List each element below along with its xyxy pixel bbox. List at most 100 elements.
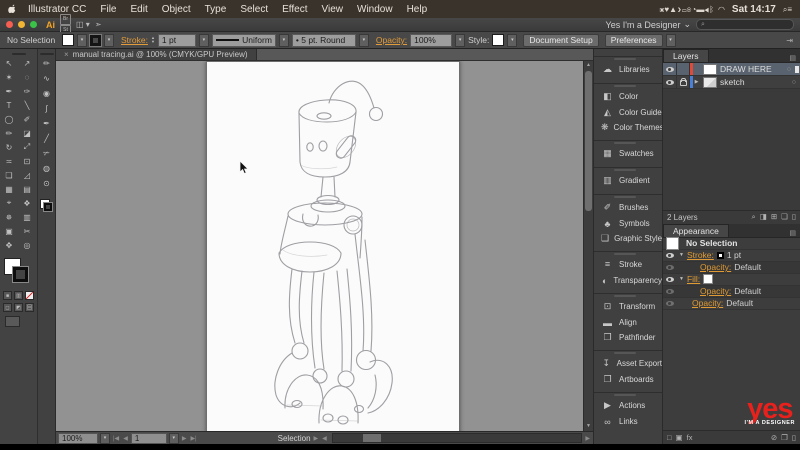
- layers-panel-menu-icon[interactable]: ▤: [785, 54, 800, 62]
- shape-tool[interactable]: ◯: [0, 112, 18, 126]
- panel-pathfinder[interactable]: ❒ Pathfinder: [594, 330, 662, 345]
- sec-target-tool[interactable]: ⊙: [38, 176, 55, 191]
- clear-appearance-icon[interactable]: ⊘: [771, 433, 777, 442]
- eye-icon[interactable]: [665, 264, 674, 270]
- pencil-tool[interactable]: ✏: [0, 126, 18, 140]
- app-search-input[interactable]: ⌕: [696, 19, 794, 30]
- menu-file[interactable]: File: [93, 4, 123, 15]
- stroke-weight-dropdown[interactable]: ▾: [198, 33, 209, 47]
- brush-definition-dropdown[interactable]: ▾: [358, 33, 369, 47]
- artboard-number-field[interactable]: 1: [130, 432, 167, 444]
- menu-view[interactable]: View: [315, 4, 351, 15]
- sec-knife-tool[interactable]: ╱: [38, 131, 55, 146]
- menu-select[interactable]: Select: [233, 4, 275, 15]
- sec-scissors-tool[interactable]: ✃: [38, 146, 55, 161]
- panel-gradient[interactable]: ▥ Gradient: [594, 167, 662, 189]
- clipping-mask-icon[interactable]: ◨: [760, 212, 767, 222]
- opacity-link[interactable]: Opacity:: [700, 286, 731, 296]
- new-layer-icon[interactable]: ❏: [781, 212, 788, 222]
- line-segment-tool[interactable]: ╲: [18, 98, 36, 112]
- align-pixel-grid-dropdown[interactable]: ▾: [665, 33, 676, 47]
- scroll-up-arrow[interactable]: ▲: [584, 61, 593, 70]
- style-dropdown[interactable]: ▾: [507, 33, 518, 47]
- menu-window[interactable]: Window: [350, 4, 400, 15]
- opacity-link[interactable]: Opacity:: [700, 262, 731, 272]
- artboard[interactable]: [206, 61, 460, 431]
- layer-row-sketch[interactable]: ▶ sketch ○: [663, 76, 800, 89]
- eye-icon[interactable]: [665, 252, 674, 258]
- horizontal-scrollbar[interactable]: [331, 433, 583, 443]
- sec-join-tool[interactable]: ∫: [38, 101, 55, 116]
- perspective-grid-tool[interactable]: ◿: [18, 168, 36, 182]
- panel-align[interactable]: ▬ Align: [594, 315, 662, 330]
- fill-link[interactable]: Fill:: [687, 274, 700, 284]
- sec-pen-tool[interactable]: ✒: [38, 116, 55, 131]
- delete-item-icon[interactable]: ▯: [792, 433, 796, 442]
- layer-name[interactable]: DRAW HERE: [720, 64, 772, 74]
- notification-center-icon[interactable]: ≡: [787, 5, 792, 14]
- draw-behind-button[interactable]: ◩: [14, 303, 23, 312]
- opacity-field[interactable]: 100%: [410, 33, 453, 47]
- eye-icon[interactable]: [665, 300, 674, 306]
- hand-tool[interactable]: ✥: [0, 238, 18, 252]
- panel-color[interactable]: ◧ Color: [594, 83, 662, 105]
- screen-mode-button[interactable]: [5, 316, 20, 327]
- stroke-color-dropdown[interactable]: ▾: [104, 33, 114, 47]
- share-icon[interactable]: ➣: [95, 20, 102, 29]
- appearance-row-stroke-opacity[interactable]: Opacity: Default: [663, 261, 800, 274]
- workspace-switcher[interactable]: Yes I'm a Designer: [606, 20, 681, 30]
- artboard-dropdown[interactable]: ▾: [168, 432, 179, 444]
- menu-type[interactable]: Type: [198, 4, 234, 15]
- direct-selection-tool[interactable]: ↗: [18, 56, 36, 70]
- collapse-controlbar-icon[interactable]: ⇥: [786, 36, 793, 45]
- panel-transform[interactable]: ⊡ Transform: [594, 293, 662, 315]
- slice-tool[interactable]: ✂: [18, 224, 36, 238]
- stroke-link[interactable]: Stroke:: [687, 250, 714, 260]
- wifi-icon[interactable]: ◠: [718, 5, 725, 14]
- color-button[interactable]: ■: [3, 291, 12, 300]
- brush-definition-field[interactable]: • 5 pt. Round: [291, 33, 356, 47]
- layer-row-draw-here[interactable]: DRAW HERE ○: [663, 63, 800, 76]
- zoom-tool[interactable]: ◎: [18, 238, 36, 252]
- symbol-sprayer-tool[interactable]: ✵: [0, 210, 18, 224]
- layer-name[interactable]: sketch: [720, 77, 745, 87]
- sec-measure-tool[interactable]: ◍: [38, 161, 55, 176]
- document-setup-button[interactable]: Document Setup: [523, 33, 599, 47]
- bluetooth-icon[interactable]: ᛒ: [709, 5, 714, 14]
- menu-edit[interactable]: Edit: [123, 4, 154, 15]
- close-window-button[interactable]: [6, 21, 13, 28]
- expand-layer-icon[interactable]: ▶: [693, 79, 700, 85]
- free-transform-tool[interactable]: ⊡: [18, 154, 36, 168]
- hscroll-right-arrow[interactable]: ▶: [584, 435, 591, 442]
- prev-artboard-arrow[interactable]: ◀: [122, 435, 129, 442]
- hscroll-left-arrow[interactable]: ◀: [321, 435, 328, 442]
- lock-toggle[interactable]: [677, 76, 690, 88]
- status-alert-icon[interactable]: ▲: [669, 5, 677, 14]
- panel-links[interactable]: ∞ Links: [594, 414, 662, 429]
- visibility-toggle[interactable]: [663, 76, 677, 88]
- add-effect-icon[interactable]: fx: [687, 433, 693, 442]
- secondary-fill-stroke[interactable]: [40, 199, 53, 212]
- sec-pencil-tool[interactable]: ✏: [38, 56, 55, 71]
- visibility-toggle[interactable]: [663, 63, 677, 75]
- appearance-row-fill[interactable]: ▼ Fill:: [663, 273, 800, 286]
- panel-asset-export[interactable]: ↧ Asset Export: [594, 350, 662, 372]
- appearance-panel-menu-icon[interactable]: ▤: [785, 229, 800, 237]
- selection-tool[interactable]: ↖: [0, 56, 18, 70]
- zoom-dropdown[interactable]: ▾: [100, 432, 110, 444]
- sec-blob-brush-tool[interactable]: ◉: [38, 86, 55, 101]
- width-profile-field[interactable]: Uniform: [211, 33, 276, 47]
- panel-stroke[interactable]: ≡ Stroke: [594, 251, 662, 273]
- layer-thumbnail[interactable]: [703, 63, 717, 75]
- menubar-clock[interactable]: Sat 14:17: [726, 4, 782, 15]
- type-tool[interactable]: T: [0, 98, 18, 112]
- appearance-row-opacity[interactable]: Opacity: Default: [663, 297, 800, 310]
- zoom-window-button[interactable]: [30, 21, 37, 28]
- canvas[interactable]: ▲ ▼: [56, 61, 593, 431]
- style-swatch[interactable]: [492, 34, 505, 46]
- lasso-tool[interactable]: ◌: [18, 70, 36, 84]
- panel-symbols[interactable]: ♣ Symbols: [594, 216, 662, 231]
- stroke-panel-link[interactable]: Stroke:: [121, 35, 148, 45]
- bridge-app-icon[interactable]: Br: [60, 13, 71, 25]
- opacity-panel-link[interactable]: Opacity:: [376, 35, 407, 45]
